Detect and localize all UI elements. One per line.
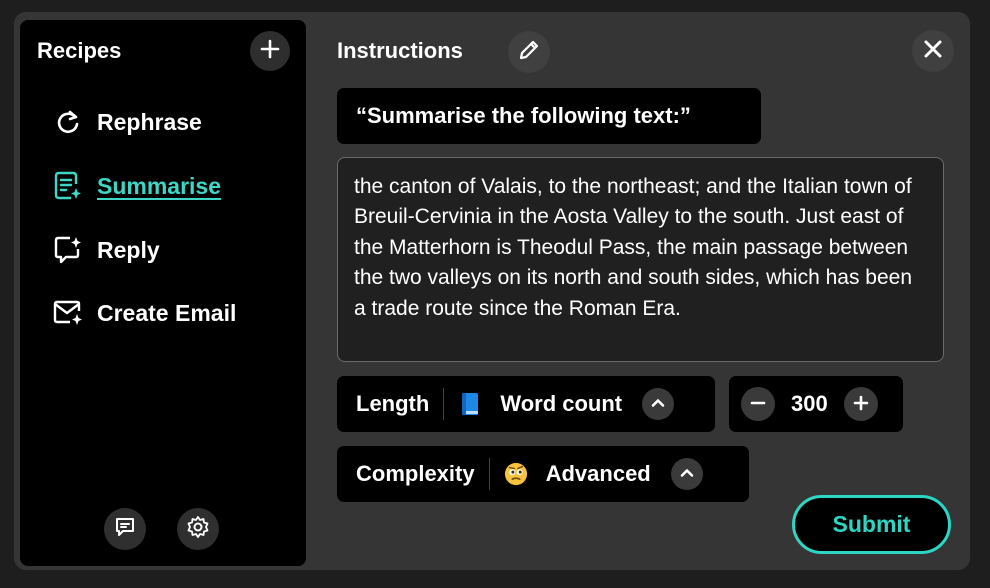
recipes-sidebar: Recipes Rephrase Summarise Reply Create …: [20, 20, 306, 566]
complexity-selector[interactable]: Complexity Advanced: [337, 446, 749, 502]
sidebar-item-summarise[interactable]: Summarise: [52, 166, 221, 206]
rephrase-icon: [52, 106, 84, 138]
length-chevron-button[interactable]: [642, 388, 675, 420]
chevron-up-icon: [650, 391, 666, 417]
sidebar-item-create-email[interactable]: Create Email: [52, 293, 236, 333]
word-count-value[interactable]: 300: [791, 391, 828, 417]
book-icon: [458, 392, 482, 416]
chevron-up-icon: [679, 461, 695, 487]
complexity-chevron-button[interactable]: [670, 458, 703, 490]
close-button[interactable]: [912, 30, 954, 72]
instruction-prompt: “Summarise the following text:”: [337, 88, 761, 144]
length-value: Word count: [500, 391, 623, 416]
word-count-stepper[interactable]: 300: [729, 376, 903, 432]
length-label: Length: [356, 391, 430, 416]
summarise-icon: [52, 170, 84, 202]
sidebar-title: Recipes: [37, 38, 122, 63]
gear-icon: [186, 515, 210, 544]
create-email-icon: [52, 297, 84, 329]
source-text-input[interactable]: the canton of Valais, to the northeast; …: [337, 157, 944, 362]
sidebar-item-label: Rephrase: [97, 108, 202, 135]
increment-button[interactable]: [843, 387, 878, 421]
feedback-button[interactable]: [104, 508, 146, 550]
edit-instructions-button[interactable]: [508, 31, 550, 73]
thinking-face-icon: [504, 462, 528, 486]
settings-button[interactable]: [177, 508, 219, 550]
submit-button[interactable]: Submit: [792, 495, 951, 554]
sidebar-item-label: Summarise: [97, 172, 222, 199]
complexity-label: Complexity: [356, 461, 475, 486]
sidebar-item-reply[interactable]: Reply: [52, 230, 160, 270]
pencil-icon: [517, 38, 541, 67]
length-selector[interactable]: Length Word count: [337, 376, 715, 432]
feedback-icon: [114, 516, 136, 543]
decrement-button[interactable]: [741, 387, 775, 421]
divider: [488, 458, 490, 490]
sidebar-item-rephrase[interactable]: Rephrase: [52, 102, 202, 142]
complexity-value: Advanced: [545, 461, 651, 486]
sidebar-item-label: Reply: [97, 236, 160, 263]
minus-icon: [750, 391, 766, 417]
close-icon: [923, 39, 943, 64]
plus-icon: [260, 39, 280, 64]
plus-icon: [853, 391, 869, 417]
page-title: Instructions: [337, 38, 463, 63]
reply-icon: [52, 234, 84, 266]
divider: [443, 388, 445, 420]
sidebar-item-label: Create Email: [97, 299, 237, 326]
add-recipe-button[interactable]: [250, 31, 290, 71]
